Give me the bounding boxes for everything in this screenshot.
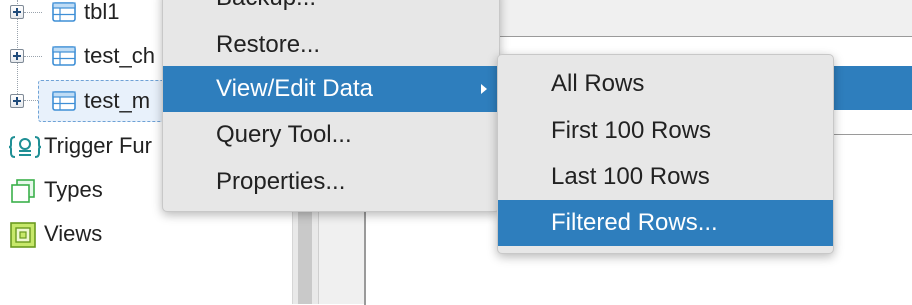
- trigger-function-icon: [8, 136, 42, 158]
- table-icon: [52, 2, 76, 22]
- expand-icon[interactable]: [10, 49, 24, 63]
- submenu-item-all-rows[interactable]: All Rows: [498, 61, 833, 107]
- tree-item-views[interactable]: Views: [0, 214, 300, 254]
- menu-item-label: View/Edit Data: [216, 75, 373, 102]
- table-icon: [52, 46, 76, 66]
- submenu-item-first-100-rows[interactable]: First 100 Rows: [498, 108, 833, 154]
- tree-item-label: tbl1: [84, 0, 120, 24]
- menu-item-restore[interactable]: Restore...: [163, 22, 499, 68]
- views-icon: [10, 222, 36, 248]
- tree-item-label: test_ch: [84, 43, 155, 68]
- menu-item-view-edit-data[interactable]: View/Edit Data: [163, 66, 499, 112]
- menu-item-label: All Rows: [551, 70, 645, 97]
- expand-icon[interactable]: [10, 5, 24, 19]
- row-divider: [830, 134, 912, 135]
- tree-item-label: Types: [44, 177, 103, 202]
- types-icon: [11, 179, 35, 203]
- menu-item-query-tool[interactable]: Query Tool...: [163, 112, 499, 158]
- menu-item-label: Backup...: [216, 0, 316, 12]
- selected-row-highlight: [830, 66, 912, 110]
- menu-item-label: Last 100 Rows: [551, 163, 710, 190]
- expand-icon[interactable]: [10, 94, 24, 108]
- menu-item-label: Restore...: [216, 31, 321, 58]
- menu-item-label: First 100 Rows: [551, 117, 712, 144]
- tree-item-label: Trigger Fur: [44, 133, 152, 158]
- table-icon: [52, 91, 76, 111]
- menu-item-properties[interactable]: Properties...: [163, 159, 499, 205]
- submenu-item-filtered-rows[interactable]: Filtered Rows...: [498, 200, 833, 246]
- submenu-item-last-100-rows[interactable]: Last 100 Rows: [498, 154, 833, 200]
- menu-item-label: Properties...: [216, 168, 346, 195]
- context-menu: Backup... Restore... View/Edit Data Quer…: [162, 0, 500, 212]
- menu-item-label: Query Tool...: [216, 121, 352, 148]
- tree-item-label: test_m: [84, 88, 151, 113]
- menu-item-label: Filtered Rows...: [551, 209, 718, 236]
- submenu-arrow-icon: [481, 84, 487, 94]
- view-edit-data-submenu: All Rows First 100 Rows Last 100 Rows Fi…: [497, 54, 834, 254]
- tree-item-label: Views: [44, 221, 103, 246]
- menu-item-backup[interactable]: Backup...: [163, 0, 499, 21]
